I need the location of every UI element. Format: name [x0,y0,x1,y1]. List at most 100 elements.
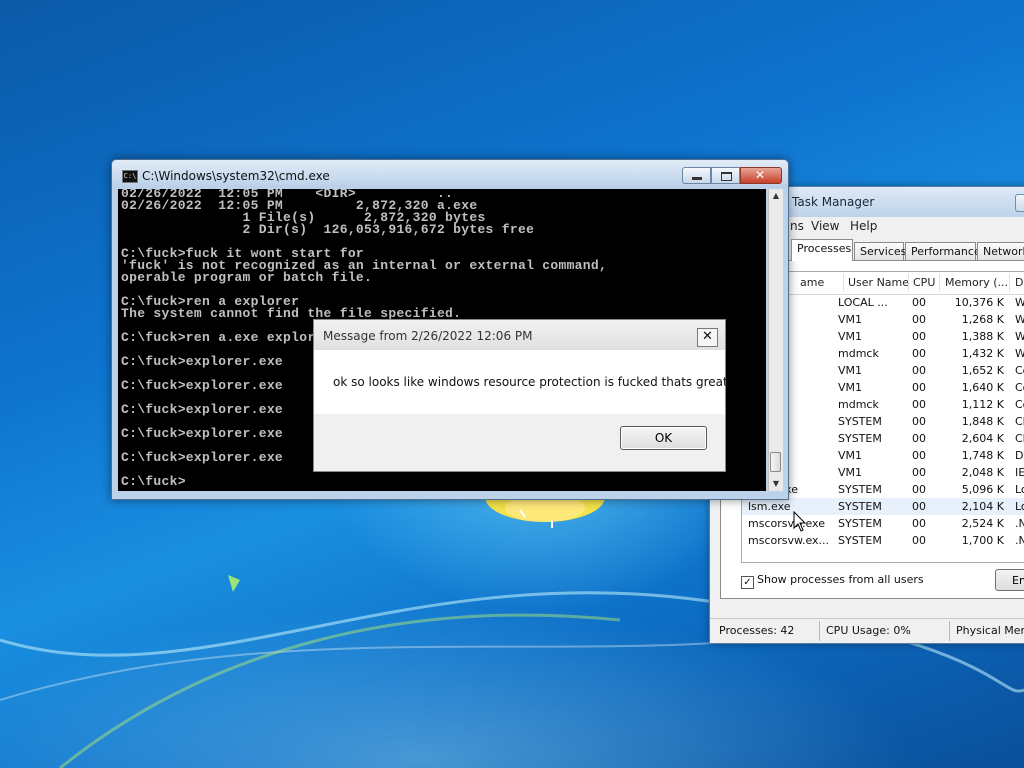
ok-button[interactable]: OK [620,426,707,450]
close-button[interactable]: ✕ [740,167,782,184]
cell-user: LOCAL ... [838,296,888,309]
cell-cpu: 00 [912,381,926,394]
cell-desc: .NET [1015,517,1024,530]
cmd-app-icon: C:\ [122,170,138,183]
column-description[interactable]: Desc [1015,276,1024,289]
message-footer: OK [314,414,725,471]
message-dialog[interactable]: Message from 2/26/2022 12:06 PM ✕ ok so … [313,319,728,472]
message-body: ok so looks like windows resource protec… [314,350,728,414]
task-manager-title: Task Manager [792,195,875,209]
column-user-name[interactable]: User Name [848,276,909,289]
console-line: C:\fuck>explorer.exe [121,450,284,465]
cell-user: SYSTEM [838,500,882,513]
tab-processes[interactable]: Processes [791,239,853,261]
cell-cpu: 00 [912,296,926,309]
cell-user: SYSTEM [838,432,882,445]
cell-user: VM1 [838,466,863,479]
cell-cpu: 00 [912,347,926,360]
cell-mem: 1,388 K [961,330,1004,343]
checkbox-check-icon[interactable]: ✓ [741,576,754,589]
console-line: C:\fuck> [121,474,186,489]
cell-cpu: 00 [912,330,926,343]
cell-cpu: 00 [912,500,926,513]
menu-help[interactable]: Help [850,219,877,233]
cell-mem: 1,640 K [961,381,1004,394]
status-processes: Processes: 42 [719,624,795,637]
cell-user: mdmck [838,398,879,411]
cell-user: mdmck [838,347,879,360]
cell-desc: Cons [1015,398,1024,411]
cell-mem: 2,048 K [961,466,1004,479]
console-scrollbar[interactable]: ▲ ▼ [768,189,783,491]
column-cpu[interactable]: CPU [913,276,935,289]
column-memory[interactable]: Memory (... [945,276,1008,289]
menu-view[interactable]: View [811,219,839,233]
cell-mem: 1,700 K [961,534,1004,547]
cell-user: SYSTEM [838,517,882,530]
cmd-window-title: C:\Windows\system32\cmd.exe [142,169,330,183]
cell-user: SYSTEM [838,534,882,547]
cell-cpu: 00 [912,398,926,411]
minimize-button[interactable] [682,167,711,184]
scroll-down-arrow-icon[interactable]: ▼ [769,477,783,491]
show-all-processes-checkbox[interactable]: ✓ Show processes from all users [741,573,924,589]
scroll-up-arrow-icon[interactable]: ▲ [769,189,783,203]
status-cpu-usage: CPU Usage: 0% [826,624,911,637]
cell-desc: Loca [1015,483,1024,496]
task-manager-maximize-button[interactable] [1015,194,1024,212]
task-manager-statusbar: Processes: 42 CPU Usage: 0% Physical Mer [710,618,1024,643]
cell-user: SYSTEM [838,415,882,428]
cell-mem: 1,268 K [961,313,1004,326]
cell-desc: Loca [1015,500,1024,513]
dialog-close-button[interactable]: ✕ [697,328,718,347]
console-line: C:\fuck>explorer.exe [121,426,284,441]
status-physical-memory: Physical Mer [956,624,1024,637]
cell-mem: 1,748 K [961,449,1004,462]
message-dialog-title: Message from 2/26/2022 12:06 PM [323,329,533,343]
tab-networking[interactable]: Networki [977,242,1024,260]
cell-mem: 1,432 K [961,347,1004,360]
cell-desc: Wind [1015,330,1024,343]
cell-mem: 2,524 K [961,517,1004,530]
end-process-button[interactable]: En [995,569,1024,591]
cell-desc: Clier [1015,415,1024,428]
menu-options[interactable]: ns [790,219,804,233]
cell-mem: 1,848 K [961,415,1004,428]
table-row[interactable]: mscorsvw.ex... SYSTEM 00 1,700 K .NET [742,532,1024,549]
cell-cpu: 00 [912,449,926,462]
cell-user: VM1 [838,364,863,377]
cell-mem: 1,652 K [961,364,1004,377]
tab-performance[interactable]: Performance [905,242,981,260]
cell-name: mscorsvw.ex... [748,534,830,547]
column-image-name[interactable]: ame [800,276,824,289]
cell-mem: 5,096 K [961,483,1004,496]
cell-desc: Desk [1015,449,1024,462]
table-row[interactable]: lsm.exeSYSTEM002,104 KLoca [742,498,1024,515]
scrollbar-thumb[interactable] [770,452,781,472]
cell-desc: Clier [1015,432,1024,445]
console-line: C:\fuck>explorer.exe [121,402,284,417]
tab-services[interactable]: Services [854,242,906,260]
cell-cpu: 00 [912,466,926,479]
mouse-pointer-icon [793,511,807,532]
cell-desc: .NET [1015,534,1024,547]
cell-user: VM1 [838,330,863,343]
maximize-button[interactable] [711,167,740,184]
cmd-titlebar[interactable]: C:\ C:\Windows\system32\cmd.exe ✕ [112,160,788,188]
minimize-icon [692,177,702,180]
cell-desc: Cons [1015,381,1024,394]
cell-user: VM1 [838,381,863,394]
cell-desc: IE Pe [1015,466,1024,479]
message-dialog-titlebar[interactable]: Message from 2/26/2022 12:06 PM ✕ [314,320,725,350]
table-row[interactable]: mscorsvw.exeSYSTEM002,524 K.NET [742,515,1024,532]
cell-desc: Wind [1015,313,1024,326]
cell-user: SYSTEM [838,483,882,496]
cell-mem: 1,112 K [961,398,1004,411]
console-line: C:\fuck>explorer.exe [121,354,284,369]
cell-user: VM1 [838,313,863,326]
cell-mem: 2,104 K [961,500,1004,513]
cell-cpu: 00 [912,415,926,428]
console-line: operable program or batch file. [121,270,373,285]
show-all-processes-label: Show processes from all users [757,573,924,586]
cell-cpu: 00 [912,313,926,326]
